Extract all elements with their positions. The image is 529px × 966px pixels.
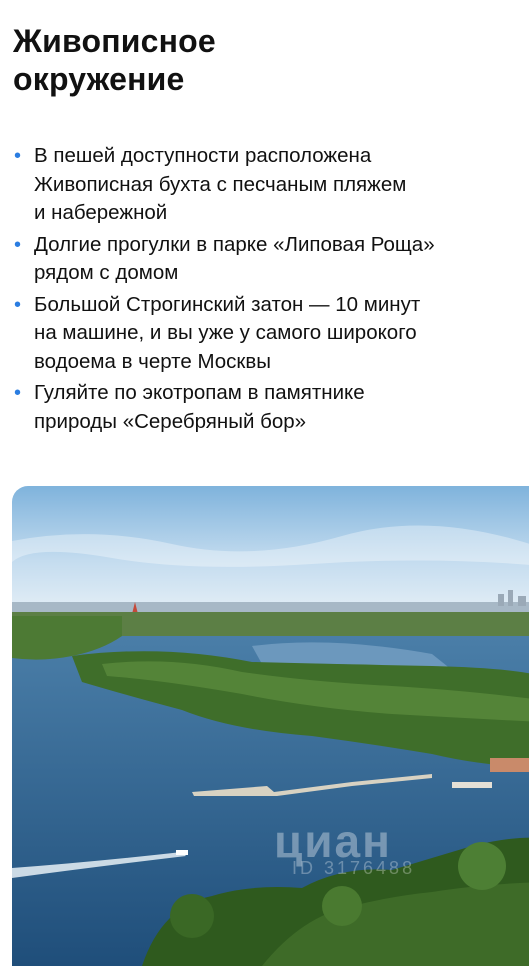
landscape-photo: циан ID 3176488: [12, 486, 529, 966]
bullet-icon: •: [14, 145, 22, 167]
feature-text: В пешей доступности расположена: [34, 144, 372, 167]
feature-text: водоема в черте Москвы: [34, 349, 271, 373]
bullet-icon: •: [14, 233, 22, 256]
river-landscape-image: [12, 486, 529, 966]
feature-item: • В пешей доступности расположена Живопи…: [13, 142, 519, 228]
features-list: • В пешей доступности расположена Живопи…: [13, 142, 519, 439]
feature-text: на машине, и вы уже у самого широкого: [34, 321, 417, 344]
section-title: Живописное окружение: [13, 22, 216, 98]
title-line-1: Живописное: [13, 23, 216, 59]
feature-text: Большой Строгинский затон — 10 минут: [34, 292, 421, 316]
watermark-listing-id: ID 3176488: [292, 858, 416, 878]
feature-text: рядом с домом: [34, 261, 179, 284]
feature-item: • Большой Строгинский затон — 10 минут н…: [13, 291, 519, 377]
feature-item: • Долгие прогулки в парке «Липовая Роща»…: [13, 231, 519, 288]
feature-text: Гуляйте по экотропам в памятнике: [34, 381, 365, 404]
bullet-icon: •: [14, 293, 22, 316]
title-line-2: окружение: [13, 61, 185, 97]
feature-text: природы «Серебряный бор»: [34, 409, 307, 433]
feature-text: Живописная бухта с песчаным пляжем: [34, 172, 407, 196]
feature-text: и набережной: [34, 201, 168, 224]
feature-text: Долгие прогулки в парке «Липовая Роща»: [34, 232, 435, 256]
bullet-icon: •: [14, 382, 22, 404]
feature-item: • Гуляйте по экотропам в памятнике приро…: [13, 379, 519, 436]
